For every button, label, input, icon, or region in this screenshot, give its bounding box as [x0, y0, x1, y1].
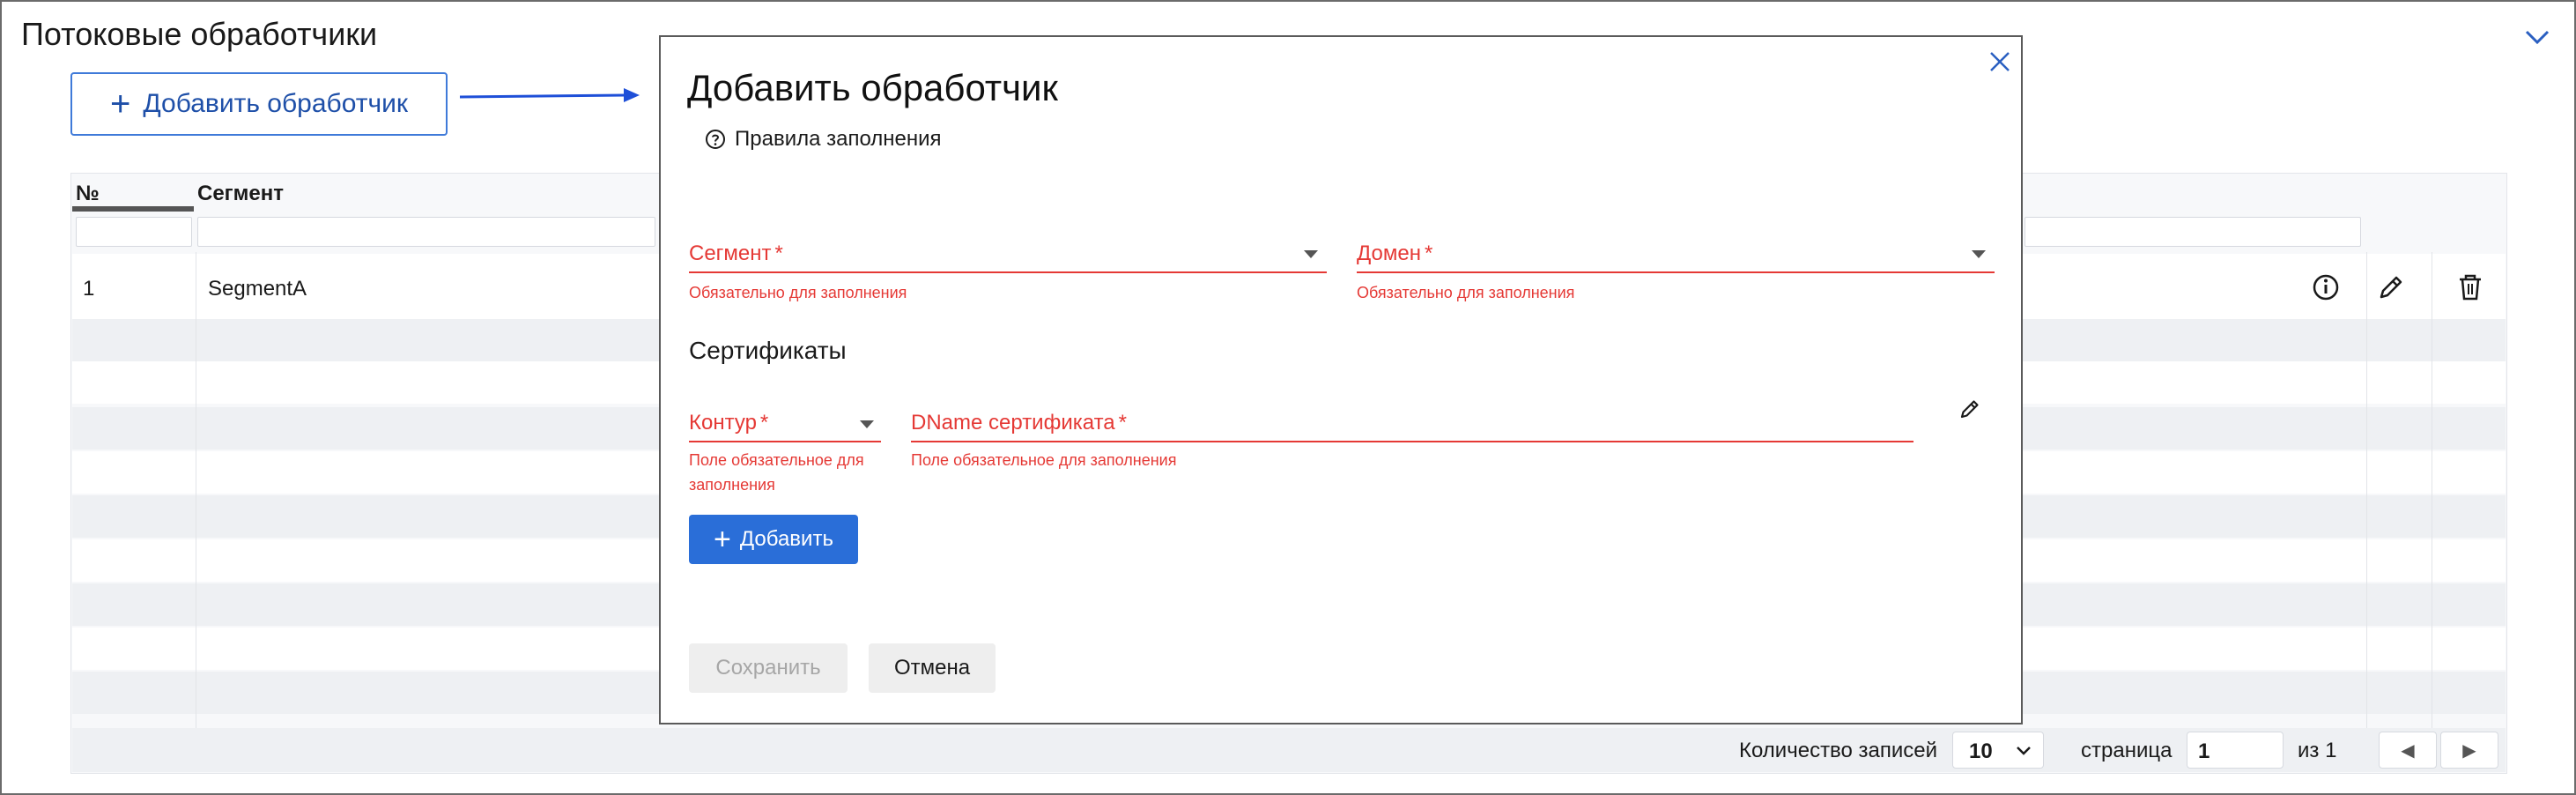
fill-rules-label: Правила заполнения: [735, 127, 942, 151]
page-title: Потоковые обработчики: [21, 16, 378, 52]
annotation-arrow: [459, 88, 640, 102]
fill-rules-link[interactable]: Правила заполнения: [705, 127, 942, 152]
dropdown-caret-icon[interactable]: [860, 420, 874, 428]
page-number-input[interactable]: 1: [2187, 732, 2284, 769]
records-count-value: 10: [1969, 739, 1993, 763]
segment-underline: [689, 271, 1327, 273]
required-mark: *: [1424, 241, 1433, 265]
records-count-label: Количество записей: [1739, 739, 1938, 762]
dname-label: DName сертификата: [911, 411, 1115, 435]
cell-number: 1: [83, 277, 95, 301]
segment-error: Обязательно для заполнения: [689, 284, 907, 301]
pencil-icon[interactable]: [1956, 395, 1984, 423]
help-icon: [706, 130, 725, 149]
plus-icon: +: [110, 85, 131, 123]
page-total: из 1: [2298, 739, 2337, 762]
dname-underline: [911, 441, 1913, 442]
add-certificate-label: Добавить: [739, 527, 833, 551]
domain-label: Домен: [1357, 241, 1421, 265]
column-divider: [2366, 252, 2367, 728]
page-label: страница: [2081, 739, 2173, 762]
certificates-section-title: Сертификаты: [689, 337, 847, 364]
info-icon[interactable]: [2308, 270, 2343, 305]
filter-input-extra[interactable]: [2025, 217, 2361, 247]
segment-label: Сегмент: [689, 241, 772, 265]
dropdown-caret-icon[interactable]: [1304, 250, 1318, 258]
next-page-button[interactable]: ▶: [2440, 732, 2498, 769]
contour-error: Поле обязательное для заполнения: [689, 451, 864, 494]
column-header-number[interactable]: №: [76, 182, 100, 206]
domain-underline: [1357, 271, 1995, 273]
required-mark: *: [759, 411, 769, 435]
save-button[interactable]: Сохранить: [689, 643, 848, 693]
prev-page-button[interactable]: ◀: [2379, 732, 2437, 769]
cell-segment: SegmentA: [208, 277, 307, 301]
chevron-down-icon: [2017, 747, 2031, 755]
column-header-segment[interactable]: Сегмент: [197, 182, 284, 206]
pencil-icon[interactable]: [2373, 270, 2409, 305]
domain-error: Обязательно для заполнения: [1357, 284, 1575, 301]
contour-label: Контур: [689, 411, 757, 435]
add-certificate-button[interactable]: + Добавить: [689, 515, 858, 564]
dname-error: Поле обязательное для заполнения: [911, 451, 1177, 469]
dialog-title: Добавить обработчик: [687, 67, 1058, 108]
filter-input-number[interactable]: [76, 217, 192, 247]
chevron-down-icon[interactable]: [2521, 21, 2553, 53]
plus-icon: +: [714, 523, 731, 556]
required-mark: *: [774, 241, 783, 265]
add-handler-button[interactable]: + Добавить обработчик: [70, 72, 448, 136]
dropdown-caret-icon[interactable]: [1972, 250, 1986, 258]
add-handler-button-label: Добавить обработчик: [143, 89, 408, 118]
close-icon[interactable]: [1986, 48, 2014, 76]
contour-underline: [689, 441, 881, 442]
sort-indicator: [72, 206, 194, 212]
records-count-select[interactable]: 10: [1952, 732, 2044, 769]
trash-icon[interactable]: [2453, 270, 2488, 305]
cancel-button[interactable]: Отмена: [869, 643, 996, 693]
filter-input-segment[interactable]: [197, 217, 655, 247]
required-mark: *: [1118, 411, 1127, 435]
